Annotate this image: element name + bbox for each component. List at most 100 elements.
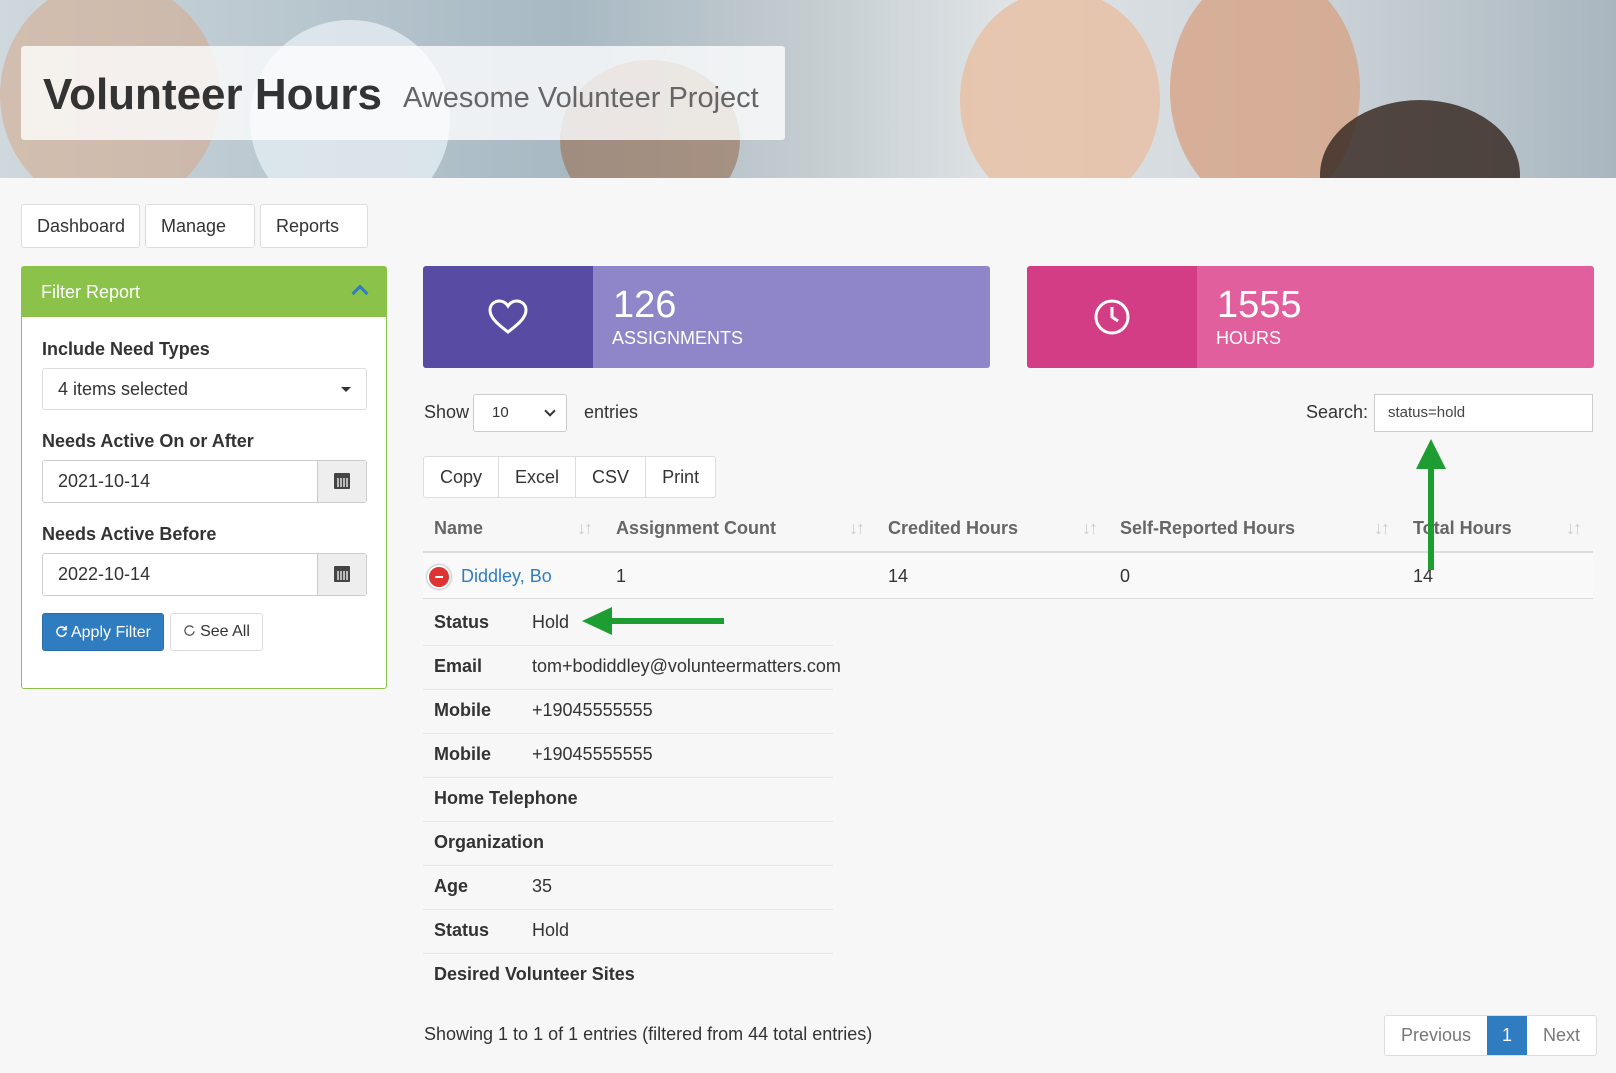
project-name: Awesome Volunteer Project	[403, 82, 759, 114]
header-title-box: Volunteer Hours Awesome Volunteer Projec…	[21, 46, 785, 140]
see-all-label: See All	[200, 623, 250, 640]
detail-key: Email	[434, 656, 483, 676]
column-header-self-reported-hours[interactable]: Self-Reported Hours	[1120, 518, 1295, 539]
sort-icon[interactable]: ↓↑	[849, 518, 865, 539]
previous-page-button[interactable]: Previous	[1385, 1016, 1487, 1055]
detail-row-status: Status Hold	[423, 910, 833, 954]
banner-photo-person	[960, 0, 1160, 178]
sort-icon[interactable]: ↓↑	[1566, 518, 1582, 539]
filter-panel-header[interactable]: Filter Report	[22, 267, 386, 317]
clock-icon	[1094, 299, 1130, 335]
detail-key: Desired Volunteer Sites	[434, 964, 635, 984]
pagination: Previous 1 Next	[1384, 1015, 1598, 1056]
active-after-value: 2021-10-14	[58, 471, 151, 491]
copy-button[interactable]: Copy	[424, 457, 500, 497]
heart-icon	[488, 299, 528, 334]
active-after-calendar-button[interactable]	[317, 461, 366, 502]
sort-icon[interactable]: ↓↑	[1082, 518, 1098, 539]
detail-key: Organization	[434, 832, 545, 852]
hours-card: 1555 HOURS	[1027, 266, 1594, 368]
excel-button[interactable]: Excel	[499, 457, 577, 497]
active-before-value: 2022-10-14	[58, 564, 151, 584]
detail-key: Status	[434, 920, 490, 940]
assignments-label: ASSIGNMENTS	[612, 328, 744, 348]
active-before-input[interactable]: 2022-10-14	[42, 553, 367, 596]
assignments-card: 126 ASSIGNMENTS	[423, 266, 990, 368]
detail-row-organization: Organization	[423, 822, 833, 866]
sort-icon[interactable]: ↓↑	[1374, 518, 1390, 539]
detail-value: +19045555555	[532, 700, 653, 720]
page-1-button[interactable]: 1	[1487, 1016, 1528, 1055]
detail-key: Status	[434, 612, 490, 632]
active-after-input[interactable]: 2021-10-14	[42, 460, 367, 503]
detail-row-home-telephone: Home Telephone	[423, 778, 833, 822]
app-title: Volunteer Hours	[43, 70, 383, 119]
assignments-card-info: 126 ASSIGNMENTS	[593, 266, 990, 368]
detail-value: 35	[532, 876, 553, 896]
detail-row-mobile: Mobile +19045555555	[423, 734, 833, 778]
volunteer-name-link[interactable]: Diddley, Bo	[461, 566, 552, 587]
print-button[interactable]: Print	[646, 457, 715, 497]
nav-reports[interactable]: Reports	[260, 204, 368, 272]
hours-card-info: 1555 HOURS	[1197, 266, 1594, 368]
entries-label: entries	[584, 402, 639, 422]
entries-length-value: 10	[492, 404, 509, 421]
hours-label: HOURS	[1216, 328, 1282, 348]
apply-filter-label: Apply Filter	[70, 624, 152, 641]
detail-key: Mobile	[434, 700, 491, 720]
need-types-select[interactable]: 4 items selected	[42, 368, 367, 410]
detail-value: tom+bodiddley@volunteermatters.com	[532, 656, 841, 676]
nav-dashboard-label: Dashboard	[37, 216, 126, 236]
detail-key: Mobile	[434, 744, 491, 764]
detail-row-desired-sites: Desired Volunteer Sites	[423, 954, 833, 998]
column-header-name[interactable]: Name	[434, 518, 483, 539]
sort-icon[interactable]: ↓↑	[577, 518, 593, 539]
active-before-calendar-button[interactable]	[317, 554, 366, 595]
header-banner: Volunteer Hours Awesome Volunteer Projec…	[0, 0, 1616, 178]
chevron-down-icon	[544, 405, 556, 417]
nav-manage-label: Manage	[161, 216, 227, 236]
nav-manage[interactable]: Manage	[145, 204, 255, 272]
next-page-button[interactable]: Next	[1527, 1016, 1596, 1055]
hours-count: 1555	[1217, 284, 1302, 326]
apply-filter-button[interactable]: Apply Filter	[42, 613, 164, 651]
detail-row-mobile: Mobile +19045555555	[423, 690, 833, 734]
detail-value: Hold	[532, 920, 570, 940]
entries-length-select[interactable]: 10	[473, 394, 567, 432]
nav-reports-label: Reports	[276, 216, 340, 236]
hours-card-icon-area	[1027, 266, 1197, 368]
detail-key: Age	[434, 876, 469, 896]
self-reported-hours-cell: 0	[1120, 566, 1131, 586]
collapse-row-icon[interactable]	[427, 565, 451, 589]
annotation-arrow-up-icon	[1416, 439, 1446, 570]
calendar-icon	[334, 566, 350, 582]
column-header-credited-hours[interactable]: Credited Hours	[888, 518, 1018, 539]
see-all-button[interactable]: See All	[170, 613, 263, 651]
search-label: Search:	[1306, 402, 1369, 422]
need-types-label: Include Need Types	[42, 339, 210, 359]
search-input[interactable]: status=hold	[1374, 394, 1593, 432]
active-after-label: Needs Active On or After	[42, 431, 254, 451]
detail-value: Hold	[532, 612, 570, 632]
show-label: Show	[424, 402, 470, 422]
table-info: Showing 1 to 1 of 1 entries (filtered fr…	[424, 1024, 873, 1044]
column-header-assignment-count[interactable]: Assignment Count	[616, 518, 776, 539]
assignments-count: 126	[613, 284, 677, 326]
annotation-arrow-left-icon	[582, 607, 724, 635]
detail-row-email: Email tom+bodiddley@volunteermatters.com	[423, 646, 841, 690]
detail-key: Home Telephone	[434, 788, 578, 808]
detail-value: +19045555555	[532, 744, 653, 764]
assignments-card-icon-area	[423, 266, 593, 368]
caret-down-icon	[341, 387, 351, 392]
detail-row-age: Age 35	[423, 866, 833, 910]
nav-dashboard[interactable]: Dashboard	[21, 204, 140, 248]
refresh-icon	[184, 625, 195, 636]
csv-button[interactable]: CSV	[576, 457, 647, 497]
assignment-count-cell: 1	[616, 566, 627, 586]
need-types-value: 4 items selected	[58, 379, 189, 399]
calendar-icon	[334, 473, 350, 489]
export-button-group: Copy Excel CSV Print	[423, 456, 717, 498]
chevron-up-icon[interactable]	[351, 284, 369, 302]
refresh-icon	[56, 625, 67, 637]
active-before-label: Needs Active Before	[42, 524, 217, 544]
